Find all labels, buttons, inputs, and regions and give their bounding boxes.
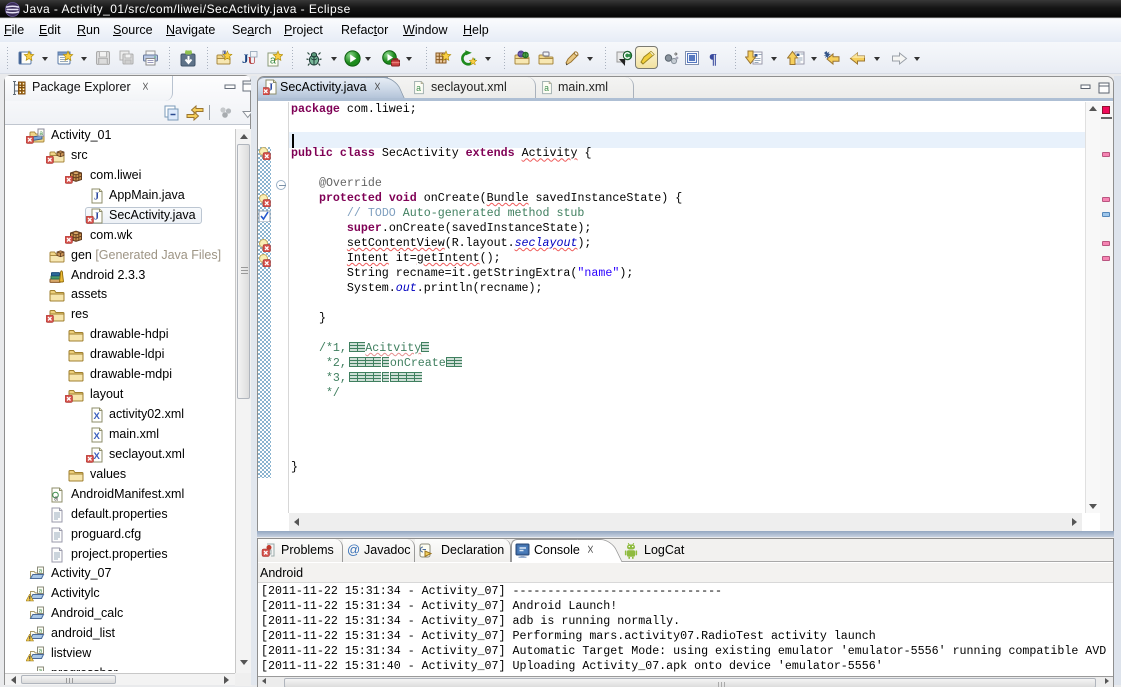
- svg-text:¶: ¶: [709, 52, 717, 67]
